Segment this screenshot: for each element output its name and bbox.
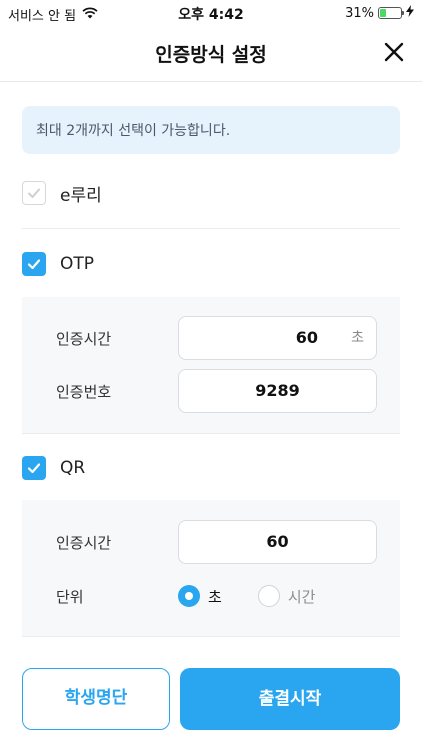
qr-time-row: 인증시간 60	[22, 520, 400, 564]
radio-selected-icon	[178, 585, 200, 607]
method-row-qr[interactable]: QR	[22, 433, 400, 503]
page-title: 인증방식 설정	[155, 44, 267, 66]
divider	[22, 636, 400, 637]
qr-settings-panel: 인증시간 60 단위 초 시간	[22, 500, 400, 636]
start-attendance-button[interactable]: 출결시작	[180, 668, 400, 730]
status-bar: 서비스 안 됨 오후 4:42 31%	[0, 0, 422, 26]
qr-label: QR	[60, 458, 86, 478]
otp-time-label: 인증시간	[56, 330, 112, 348]
bolt-icon	[406, 5, 414, 21]
unit-radio-seconds-label: 초	[208, 587, 222, 606]
battery-icon	[378, 7, 404, 19]
otp-label: OTP	[60, 254, 95, 274]
student-list-button[interactable]: 학생명단	[22, 668, 170, 730]
otp-code-label: 인증번호	[56, 383, 112, 401]
otp-code-row: 인증번호 9289	[22, 369, 400, 413]
battery-percent: 31%	[345, 5, 374, 21]
close-icon	[384, 42, 404, 62]
qr-unit-row: 단위 초 시간	[22, 574, 400, 618]
otp-time-row: 인증시간 60 초	[22, 316, 400, 360]
auth-method-settings-screen: 서비스 안 됨 오후 4:42 31% 인증방식 설정 최대 2개까지 선택이 …	[0, 0, 422, 750]
otp-time-input[interactable]: 60 초	[178, 316, 377, 360]
method-row-otp[interactable]: OTP	[22, 229, 400, 299]
check-icon	[28, 188, 40, 198]
otp-time-value: 60	[295, 328, 318, 347]
eruri-checkbox[interactable]	[22, 181, 46, 205]
otp-settings-panel: 인증시간 60 초 인증번호 9289	[22, 297, 400, 433]
otp-code-input[interactable]: 9289	[178, 369, 377, 413]
method-row-eruri[interactable]: e루리	[22, 158, 400, 228]
qr-checkbox[interactable]	[22, 456, 46, 480]
check-icon	[27, 463, 41, 474]
eruri-label: e루리	[60, 185, 102, 206]
info-banner: 최대 2개까지 선택이 가능합니다.	[22, 106, 400, 154]
header: 인증방식 설정	[0, 26, 422, 82]
otp-time-unit: 초	[351, 330, 364, 346]
unit-radio-hours[interactable]: 시간	[257, 585, 316, 607]
status-right: 31%	[345, 5, 414, 21]
unit-radio-hours-label: 시간	[287, 587, 316, 606]
close-button[interactable]	[380, 38, 408, 66]
qr-time-label: 인증시간	[56, 534, 112, 552]
unit-radio-group: 초 시간	[178, 574, 315, 618]
otp-checkbox[interactable]	[22, 252, 46, 276]
radio-unselected-icon	[257, 585, 280, 607]
battery-fill	[380, 9, 387, 17]
unit-radio-seconds[interactable]: 초	[178, 585, 222, 607]
qr-time-input[interactable]: 60	[178, 520, 377, 564]
qr-unit-label: 단위	[56, 588, 84, 606]
check-icon	[27, 259, 41, 270]
